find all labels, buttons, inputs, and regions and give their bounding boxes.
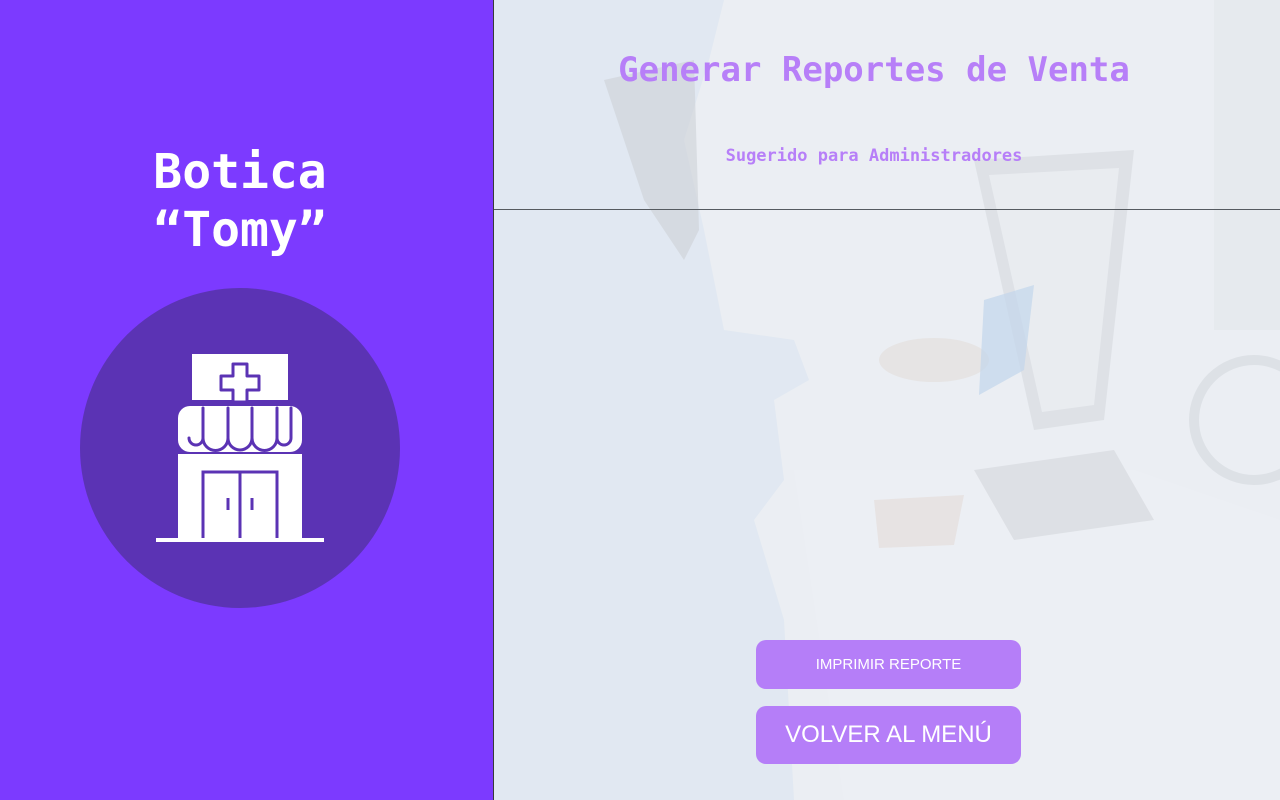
header-area: Generar Reportes de Venta Sugerido para … [494, 0, 1280, 210]
page-subtitle: Sugerido para Administradores [725, 146, 1023, 166]
logo [80, 288, 400, 608]
brand-quote-name: “Tomy” [153, 202, 327, 258]
brand-name: Botica [153, 144, 327, 200]
app-window: Botica “Tomy” Generar Reportes de Venta … [0, 0, 1280, 800]
pharmacy-store-icon [156, 354, 324, 544]
sidebar: Botica “Tomy” [0, 0, 494, 800]
brand-title: Botica “Tomy” [0, 143, 480, 259]
page-title: Generar Reportes de Venta [618, 50, 1130, 90]
back-to-menu-button[interactable]: VOLVER AL MENÚ [756, 706, 1021, 764]
print-report-button[interactable]: IMPRIMIR REPORTE [756, 640, 1021, 689]
main-panel: Generar Reportes de Venta Sugerido para … [494, 0, 1280, 800]
